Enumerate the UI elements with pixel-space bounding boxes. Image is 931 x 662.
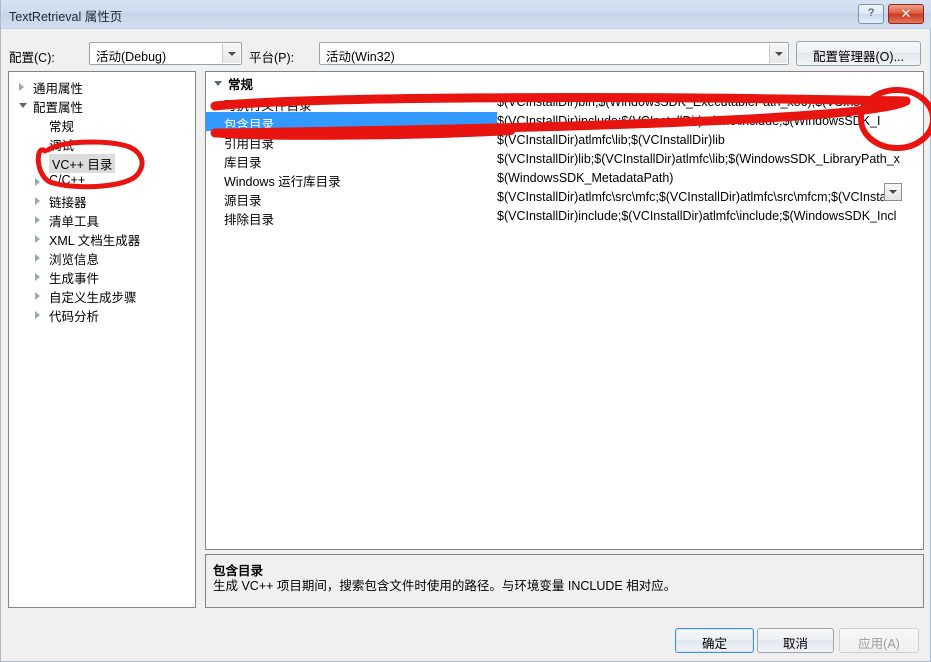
chevron-right-icon[interactable] xyxy=(35,292,40,300)
property-name: 源目录 xyxy=(224,194,262,207)
description-text: 生成 VC++ 项目期间，搜索包含文件时使用的路径。与环境变量 INCLUDE … xyxy=(213,579,677,593)
property-name: 库目录 xyxy=(224,156,262,169)
help-button[interactable]: ? xyxy=(858,4,884,24)
chevron-right-icon[interactable] xyxy=(35,254,40,262)
sidebar-item-0[interactable]: 通用属性 xyxy=(9,76,195,96)
property-value[interactable]: $(WindowsSDK_MetadataPath) xyxy=(497,171,673,185)
property-grid-category[interactable]: 常规 xyxy=(206,72,923,92)
close-button[interactable]: ✕ xyxy=(888,4,924,24)
property-name: 可执行文件目录 xyxy=(224,99,312,112)
sidebar-item-1[interactable]: 配置属性 xyxy=(9,95,195,115)
chevron-down-icon[interactable] xyxy=(222,44,240,63)
sidebar-item-4[interactable]: VC++ 目录 xyxy=(9,152,195,173)
property-name: 引用目录 xyxy=(224,137,275,150)
property-row[interactable]: 库目录 $(VCInstallDir)lib;$(VCInstallDir)atl… xyxy=(206,150,923,169)
chevron-down-icon xyxy=(214,81,222,86)
chevron-right-icon[interactable] xyxy=(35,197,40,205)
configuration-dropdown[interactable]: 活动(Debug) xyxy=(89,42,242,65)
configuration-manager-label: 配置管理器(O)... xyxy=(813,50,904,64)
property-value[interactable]: $(VCInstallDir)bin;$(WindowsSDK_Executab… xyxy=(497,95,905,109)
title-bar: TextRetrieval 属性页 ? ✕ xyxy=(1,0,931,29)
configuration-label: 配置(C): xyxy=(9,51,55,65)
property-value[interactable]: $(VCInstallDir)atlmfc\src\mfc;$(VCInstal… xyxy=(497,190,889,204)
window-title: TextRetrieval 属性页 xyxy=(9,10,123,24)
cancel-button[interactable]: 取消 xyxy=(757,628,834,653)
sidebar-item-6[interactable]: 链接器 xyxy=(9,190,195,210)
property-row[interactable]: 源目录 $(VCInstallDir)atlmfc\src\mfc;$(VCIns… xyxy=(206,188,923,207)
sidebar-item-12[interactable]: 代码分析 xyxy=(9,304,195,324)
chevron-right-icon[interactable] xyxy=(35,235,40,243)
property-value[interactable]: $(VCInstallDir)atlmfc\lib;$(VCInstallDir… xyxy=(497,133,725,147)
configuration-value: 活动(Debug) xyxy=(96,50,167,64)
help-icon: ? xyxy=(867,7,875,19)
cancel-button-label: 取消 xyxy=(782,637,808,651)
platform-value: 活动(Win32) xyxy=(326,50,395,64)
property-row[interactable]: 可执行文件目录 $(VCInstallDir)bin;$(WindowsSDK_E… xyxy=(206,93,923,112)
sidebar-item-11[interactable]: 自定义生成步骤 xyxy=(9,285,195,305)
sidebar-item-10[interactable]: 生成事件 xyxy=(9,266,195,286)
property-pages-dialog: TextRetrieval 属性页 ? ✕ 配置(C): 活动(Debug) 平… xyxy=(0,0,931,662)
chevron-down-icon[interactable] xyxy=(769,44,787,63)
chevron-right-icon[interactable] xyxy=(35,178,40,186)
sidebar-item-3[interactable]: 调试 xyxy=(9,133,195,153)
platform-dropdown[interactable]: 活动(Win32) xyxy=(319,42,789,65)
apply-button-label: 应用(A) xyxy=(858,637,900,651)
sidebar-item-7[interactable]: 清单工具 xyxy=(9,209,195,229)
chevron-right-icon[interactable] xyxy=(35,311,40,319)
property-grid[interactable]: 常规 可执行文件目录 $(VCInstallDir)bin;$(WindowsSD… xyxy=(205,71,924,550)
property-value[interactable]: $(VCInstallDir)include;$(VCInstallDir)at… xyxy=(497,209,896,223)
ok-button[interactable]: 确定 xyxy=(675,628,754,653)
property-value[interactable]: $(VCInstallDir)include;$(VCInstallDir)at… xyxy=(497,114,880,128)
property-value[interactable]: $(VCInstallDir)lib;$(VCInstallDir)atlmfc… xyxy=(497,152,900,166)
property-row[interactable]: 包含目录 $(VCInstallDir)include;$(VCInstallDi… xyxy=(206,112,923,131)
platform-label: 平台(P): xyxy=(249,51,295,65)
configuration-manager-button[interactable]: 配置管理器(O)... xyxy=(796,41,921,66)
description-title: 包含目录 xyxy=(213,564,264,578)
chevron-right-icon[interactable] xyxy=(19,83,24,91)
sidebar-item-2[interactable]: 常规 xyxy=(9,114,195,134)
sidebar-item-8[interactable]: XML 文档生成器 xyxy=(9,228,195,248)
apply-button[interactable]: 应用(A) xyxy=(839,628,919,653)
property-row[interactable]: Windows 运行库目录 $(WindowsSDK_MetadataPath) xyxy=(206,169,923,188)
sidebar-item-9[interactable]: 浏览信息 xyxy=(9,247,195,267)
property-grid-category-label: 常规 xyxy=(228,78,254,92)
settings-tree[interactable]: 通用属性 配置属性 常规 调试 VC++ 目录 C/C++ 链接器 清单工具 XML 文档生成器… xyxy=(8,71,196,608)
chevron-down-icon[interactable] xyxy=(19,103,27,108)
close-icon: ✕ xyxy=(900,6,912,21)
value-dropdown-button[interactable] xyxy=(884,183,902,201)
property-row[interactable]: 排除目录 $(VCInstallDir)include;$(VCInstallDi… xyxy=(206,207,923,226)
sidebar-item-5[interactable]: C/C++ xyxy=(9,171,195,190)
ok-button-label: 确定 xyxy=(701,637,727,651)
chevron-right-icon[interactable] xyxy=(35,273,40,281)
chevron-right-icon[interactable] xyxy=(35,216,40,224)
sidebar-item-label: C/C++ xyxy=(49,173,86,187)
sidebar-item-label: 代码分析 xyxy=(49,310,100,324)
description-panel: 包含目录 生成 VC++ 项目期间，搜索包含文件时使用的路径。与环境变量 INC… xyxy=(205,554,924,608)
property-name: Windows 运行库目录 xyxy=(224,175,341,188)
property-name: 排除目录 xyxy=(224,213,275,226)
property-name: 包含目录 xyxy=(224,118,275,131)
property-row[interactable]: 引用目录 $(VCInstallDir)atlmfc\lib;$(VCInstal… xyxy=(206,131,923,150)
